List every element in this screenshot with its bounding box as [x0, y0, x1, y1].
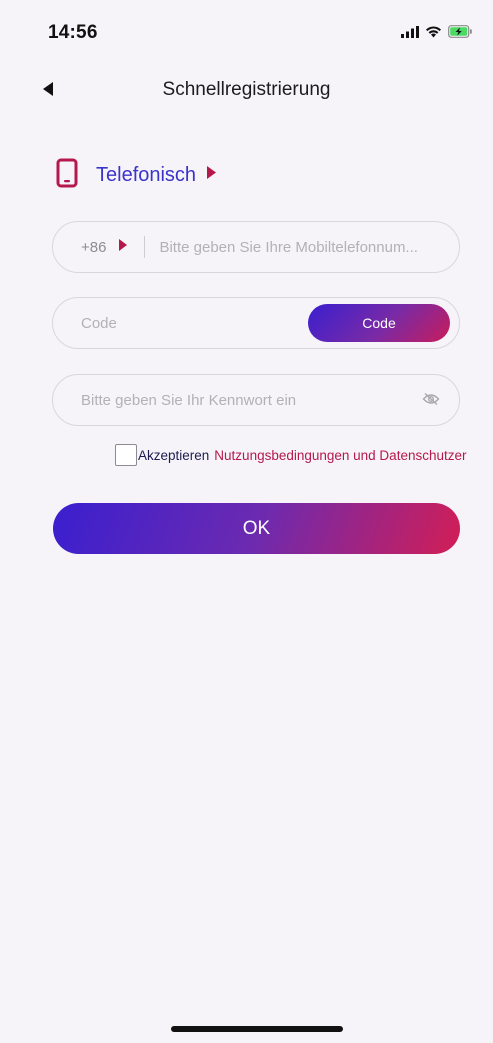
registration-method-selector[interactable]: Telefonisch	[56, 158, 217, 193]
phone-input[interactable]	[159, 222, 450, 272]
battery-charging-icon	[448, 25, 473, 43]
terms-link[interactable]: Nutzungsbedingungen und Datenschutzer	[214, 448, 466, 463]
password-input[interactable]	[81, 375, 401, 425]
nav-bar: Schnellregistrierung	[0, 66, 493, 116]
status-time: 14:56	[48, 22, 98, 43]
send-code-button[interactable]: Code	[308, 304, 450, 342]
page-title: Schnellregistrierung	[162, 79, 331, 100]
status-bar: 14:56	[0, 0, 493, 66]
signal-icon	[401, 25, 419, 43]
country-code: +86	[81, 238, 107, 256]
eye-off-icon	[422, 392, 440, 411]
ok-button[interactable]: OK	[53, 503, 460, 554]
home-indicator	[171, 1026, 343, 1032]
triangle-right-icon	[118, 238, 128, 257]
terms-checkbox[interactable]	[115, 444, 137, 466]
status-icons	[401, 25, 473, 43]
terms-prefix: Akzeptieren	[138, 447, 210, 463]
password-visibility-toggle[interactable]	[419, 389, 443, 413]
triangle-right-icon	[206, 165, 217, 185]
phone-icon	[56, 158, 78, 193]
field-divider	[144, 236, 146, 258]
password-field	[52, 374, 460, 426]
wifi-icon	[425, 25, 442, 43]
code-field: Code	[52, 297, 460, 349]
registration-method-label: Telefonisch	[96, 163, 197, 186]
phone-field: +86	[52, 221, 460, 273]
terms-row: Akzeptieren Nutzungsbedingungen und Date…	[115, 443, 466, 467]
country-code-selector[interactable]: +86	[53, 222, 128, 272]
code-input[interactable]	[81, 298, 281, 348]
